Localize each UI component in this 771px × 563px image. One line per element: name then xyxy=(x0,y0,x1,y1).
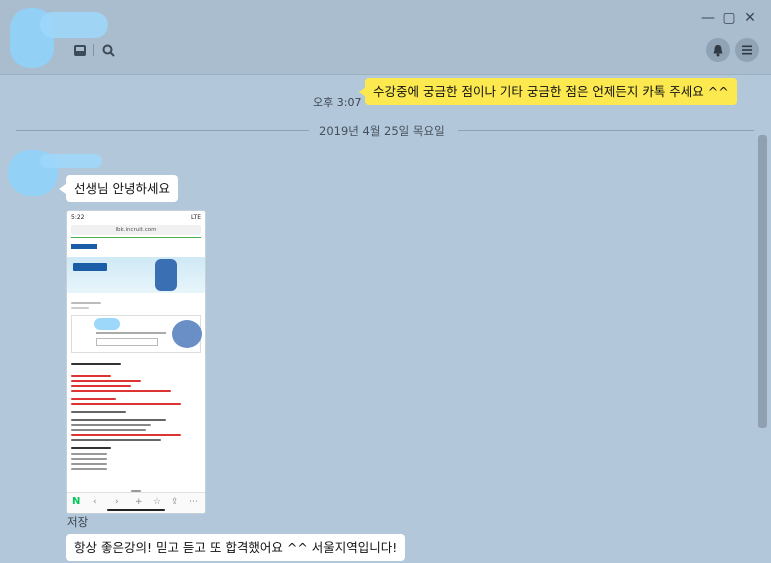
notification-button[interactable] xyxy=(706,38,730,62)
phone-status-bar: 5:22 LTE xyxy=(67,211,205,225)
chat-title-blurred xyxy=(40,12,108,38)
close-icon: ✕ xyxy=(744,10,756,26)
menu-icon xyxy=(742,45,752,55)
share-icon: ⇪ xyxy=(171,497,179,507)
maximize-icon: ▢ xyxy=(722,10,736,26)
date-divider-line-right xyxy=(458,130,754,131)
image-attachment[interactable]: 5:22 LTE lbk.incruit.com N ‹ › + ☆ ⇪ ⋯ xyxy=(66,210,206,514)
site-content xyxy=(67,293,205,500)
date-divider: 2019년 4월 25일 목요일 xyxy=(319,124,445,138)
save-image-link[interactable]: 저장 xyxy=(67,514,88,530)
phone-status-time: 5:22 xyxy=(71,214,85,221)
date-divider-line-left xyxy=(16,130,309,131)
message-time: 오후 3:07 xyxy=(313,96,362,109)
inbox-icon[interactable] xyxy=(72,42,88,58)
site-logo xyxy=(71,244,97,249)
toolbar-divider xyxy=(93,44,94,56)
add-icon: + xyxy=(135,497,143,507)
bell-icon xyxy=(713,44,723,56)
phone-url-bar: lbk.incruit.com xyxy=(71,225,201,235)
phone-browser-toolbar: N ‹ › + ☆ ⇪ ⋯ xyxy=(67,492,205,513)
close-button[interactable]: ✕ xyxy=(742,10,758,26)
minimize-icon: — xyxy=(701,10,715,26)
phone-url-progress xyxy=(71,237,201,238)
chat-scrollbar[interactable] xyxy=(758,135,767,428)
forward-icon: › xyxy=(115,497,119,507)
naver-icon: N xyxy=(72,496,81,507)
chat-header: — ▢ ✕ xyxy=(0,0,771,75)
back-icon: ‹ xyxy=(93,497,97,507)
menu-button[interactable] xyxy=(735,38,759,62)
home-indicator xyxy=(107,509,165,511)
sender-name-blurred xyxy=(40,154,102,168)
outgoing-message-bubble[interactable]: 수강중에 궁금한 점이나 기타 궁금한 점은 언제든지 카톡 주세요 ^^ xyxy=(365,78,737,105)
incoming-message-bubble[interactable]: 항상 좋은강의! 믿고 듣고 또 합격했어요 ^^ 서울지역입니다! xyxy=(66,534,406,561)
minimize-button[interactable]: — xyxy=(700,10,716,26)
more-icon: ⋯ xyxy=(189,497,198,507)
phone-status-signal: LTE xyxy=(191,214,201,221)
bank-logo xyxy=(73,263,107,271)
incoming-message-bubble[interactable]: 선생님 안녕하세요 xyxy=(66,175,178,202)
site-hero-banner xyxy=(67,257,205,293)
bubble-tail xyxy=(52,184,66,194)
search-icon[interactable] xyxy=(100,42,116,58)
mascot-image xyxy=(155,259,177,291)
maximize-button[interactable]: ▢ xyxy=(721,10,737,26)
star-icon: ☆ xyxy=(153,497,162,507)
